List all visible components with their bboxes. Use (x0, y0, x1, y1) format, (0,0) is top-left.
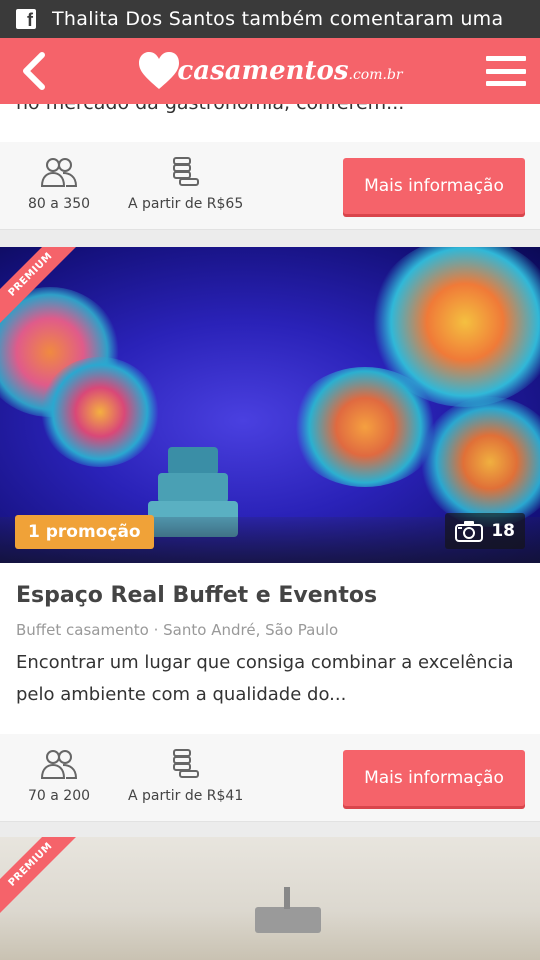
venue-description: Encontrar um lugar que consiga combinar … (16, 652, 514, 705)
more-info-button[interactable]: Mais informação (343, 750, 525, 806)
people-icon (40, 158, 78, 187)
people-icon (40, 750, 78, 779)
venue-card-footer: 70 a 200 A partir de R$41 Mais informaçã… (0, 734, 540, 822)
photo-count-text: 18 (491, 521, 515, 541)
capacity-label: 80 a 350 (28, 196, 91, 212)
venue-title[interactable]: Espaço Real Buffet e Eventos (16, 583, 377, 608)
next-venue-photo[interactable]: PREMIUM (0, 837, 540, 960)
photo-count-badge[interactable]: 18 (445, 513, 525, 549)
status-bar: f Thalita Dos Santos também comentaram u… (0, 0, 540, 38)
hamburger-menu-icon[interactable] (486, 53, 526, 89)
promo-badge[interactable]: 1 promoção (15, 515, 154, 549)
back-button[interactable] (14, 51, 54, 91)
capacity-stat: 70 a 200 (28, 748, 90, 804)
notification-text: Thalita Dos Santos também comentaram uma (52, 8, 504, 30)
price-label: A partir de R$41 (128, 788, 244, 804)
price-stat: A partir de R$65 (128, 156, 243, 212)
venue-photo[interactable]: PREMIUM 1 promoção 18 (0, 247, 540, 563)
previous-card-footer: 80 a 350 A partir de R$65 Mais informaçã… (0, 142, 540, 230)
logo-tld: .com.br (348, 67, 403, 83)
price-stat: A partir de R$41 (128, 748, 243, 804)
venue-card-body[interactable]: Espaço Real Buffet e Eventos Buffet casa… (0, 563, 540, 734)
facebook-icon: f (16, 9, 36, 29)
venue-meta: Buffet casamento · Santo André, São Paul… (16, 621, 339, 639)
back-arrow-icon (23, 52, 45, 90)
more-info-button[interactable]: Mais informação (343, 158, 525, 214)
capacity-stat: 80 a 350 (28, 156, 90, 212)
logo-text: casamentos (177, 56, 349, 86)
coins-icon (172, 157, 199, 186)
heart-logo-icon (139, 52, 180, 89)
capacity-label: 70 a 200 (28, 788, 91, 804)
app-header: casamentos .com.br (0, 38, 540, 104)
price-label: A partir de R$65 (128, 196, 244, 212)
site-logo[interactable]: casamentos .com.br (137, 51, 403, 91)
coins-icon (172, 749, 199, 778)
premium-ribbon: PREMIUM (0, 837, 86, 920)
camera-icon (455, 521, 484, 542)
previous-card-text: no mercado da gastronomia, conferem... (16, 104, 404, 114)
previous-card-description: no mercado da gastronomia, conferem... (0, 104, 540, 142)
